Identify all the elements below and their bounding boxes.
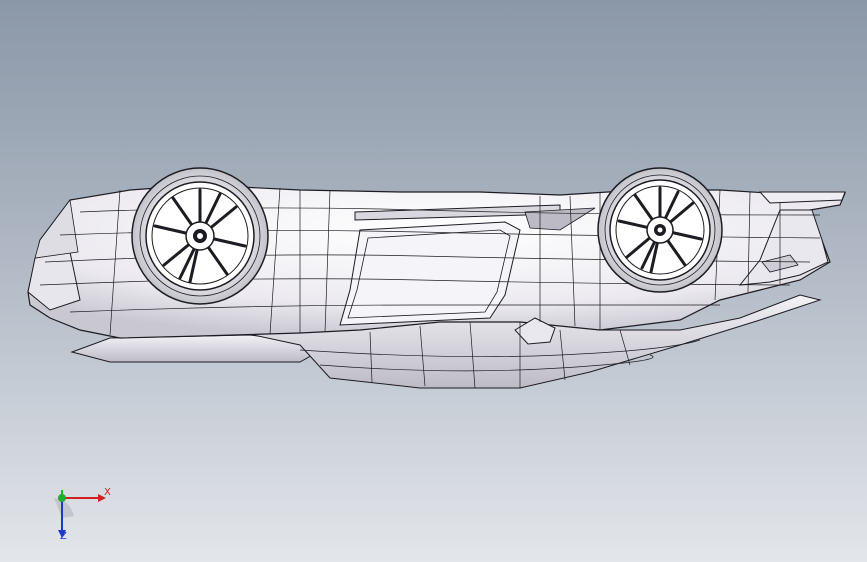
front-grille (34, 198, 79, 259)
rear-wheel (597, 167, 723, 293)
front-wheel (131, 167, 269, 305)
z-axis-label: Z (60, 531, 67, 542)
x-axis-label: X (104, 487, 111, 498)
orientation-triad: X Z (40, 478, 120, 548)
door-panel (339, 221, 521, 326)
graphics-viewport[interactable]: X Z (0, 0, 867, 562)
car-model-wireframe[interactable] (0, 0, 867, 562)
